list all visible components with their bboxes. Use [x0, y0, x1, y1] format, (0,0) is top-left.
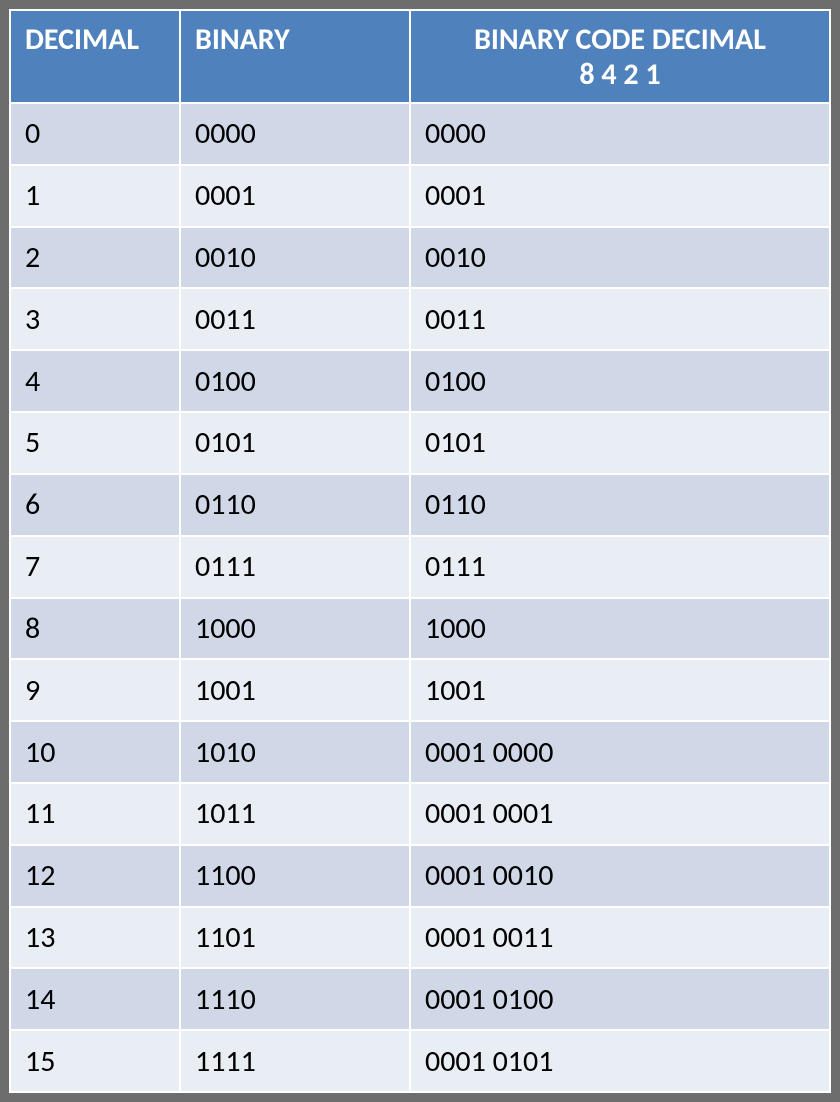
cell-binary: 1111 [180, 1030, 410, 1092]
cell-bcd: 0001 0010 [410, 845, 830, 907]
cell-decimal: 7 [10, 536, 180, 598]
table-row: 1511110001 0101 [10, 1030, 830, 1092]
cell-binary: 0100 [180, 350, 410, 412]
table-row: 100010001 [10, 165, 830, 227]
cell-binary: 1101 [180, 907, 410, 969]
header-bcd-line1: BINARY CODE DECIMAL [474, 21, 766, 58]
cell-bcd: 0011 [410, 288, 830, 350]
cell-decimal: 3 [10, 288, 180, 350]
table-body: 000000000 100010001 200100010 300110011 … [10, 103, 830, 1092]
header-bcd: BINARY CODE DECIMAL 8 4 2 1 [410, 10, 830, 103]
cell-binary: 1001 [180, 659, 410, 721]
cell-decimal: 13 [10, 907, 180, 969]
cell-bcd: 0001 0011 [410, 907, 830, 969]
cell-binary: 1110 [180, 968, 410, 1030]
cell-bcd: 0010 [410, 227, 830, 289]
cell-bcd: 0000 [410, 103, 830, 165]
cell-bcd: 1001 [410, 659, 830, 721]
cell-decimal: 5 [10, 412, 180, 474]
cell-decimal: 10 [10, 721, 180, 783]
cell-binary: 1011 [180, 783, 410, 845]
cell-decimal: 15 [10, 1030, 180, 1092]
bcd-table: DECIMAL BINARY BINARY CODE DECIMAL 8 4 2… [9, 9, 831, 1093]
table-row: 701110111 [10, 536, 830, 598]
header-decimal: DECIMAL [10, 10, 180, 103]
cell-bcd: 1000 [410, 598, 830, 660]
cell-bcd: 0001 [410, 165, 830, 227]
cell-decimal: 14 [10, 968, 180, 1030]
cell-bcd: 0100 [410, 350, 830, 412]
cell-binary: 0110 [180, 474, 410, 536]
table-header-row: DECIMAL BINARY BINARY CODE DECIMAL 8 4 2… [10, 10, 830, 103]
cell-binary: 0111 [180, 536, 410, 598]
cell-decimal: 8 [10, 598, 180, 660]
cell-decimal: 0 [10, 103, 180, 165]
table-row: 1211000001 0010 [10, 845, 830, 907]
table-row: 401000100 [10, 350, 830, 412]
cell-bcd: 0101 [410, 412, 830, 474]
table-row: 000000000 [10, 103, 830, 165]
cell-bcd: 0001 0100 [410, 968, 830, 1030]
table-row: 501010101 [10, 412, 830, 474]
header-decimal-label: DECIMAL [25, 21, 139, 58]
cell-binary: 0101 [180, 412, 410, 474]
cell-binary: 0001 [180, 165, 410, 227]
table-row: 601100110 [10, 474, 830, 536]
table-frame: DECIMAL BINARY BINARY CODE DECIMAL 8 4 2… [0, 0, 840, 1102]
table-row: 1311010001 0011 [10, 907, 830, 969]
header-bcd-line2: 8 4 2 1 [579, 56, 660, 93]
table-row: 1010100001 0000 [10, 721, 830, 783]
cell-decimal: 4 [10, 350, 180, 412]
cell-decimal: 6 [10, 474, 180, 536]
cell-decimal: 9 [10, 659, 180, 721]
cell-binary: 1010 [180, 721, 410, 783]
cell-binary: 0011 [180, 288, 410, 350]
table-row: 1110110001 0001 [10, 783, 830, 845]
cell-binary: 0000 [180, 103, 410, 165]
header-binary-label: BINARY [195, 21, 290, 58]
cell-binary: 0010 [180, 227, 410, 289]
cell-binary: 1000 [180, 598, 410, 660]
cell-bcd: 0110 [410, 474, 830, 536]
header-binary: BINARY [180, 10, 410, 103]
cell-decimal: 2 [10, 227, 180, 289]
cell-decimal: 11 [10, 783, 180, 845]
table-row: 910011001 [10, 659, 830, 721]
cell-bcd: 0001 0001 [410, 783, 830, 845]
table-row: 810001000 [10, 598, 830, 660]
cell-decimal: 1 [10, 165, 180, 227]
cell-bcd: 0111 [410, 536, 830, 598]
cell-binary: 1100 [180, 845, 410, 907]
cell-bcd: 0001 0101 [410, 1030, 830, 1092]
table-row: 200100010 [10, 227, 830, 289]
table-row: 300110011 [10, 288, 830, 350]
table-row: 1411100001 0100 [10, 968, 830, 1030]
cell-bcd: 0001 0000 [410, 721, 830, 783]
cell-decimal: 12 [10, 845, 180, 907]
